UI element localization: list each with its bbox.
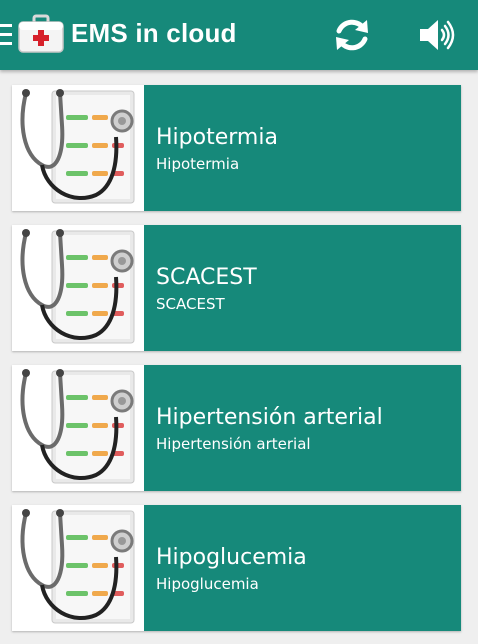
first-aid-kit-icon[interactable] bbox=[17, 14, 65, 54]
stethoscope-checklist-icon bbox=[12, 85, 144, 211]
stethoscope-checklist-icon bbox=[12, 505, 144, 631]
refresh-icon[interactable] bbox=[331, 14, 373, 56]
list-item[interactable]: Hipoglucemia Hipoglucemia bbox=[12, 505, 461, 631]
card-body[interactable]: Hipoglucemia Hipoglucemia bbox=[144, 505, 461, 631]
card-title: Hipotermia bbox=[156, 125, 278, 150]
card-body[interactable]: SCACEST SCACEST bbox=[144, 225, 461, 351]
list-item[interactable]: SCACEST SCACEST bbox=[12, 225, 461, 351]
stethoscope-checklist-icon bbox=[12, 365, 144, 491]
stethoscope-checklist-icon bbox=[12, 225, 144, 351]
card-title: SCACEST bbox=[156, 265, 257, 290]
card-subtitle: Hipotermia bbox=[156, 155, 240, 173]
card-body[interactable]: Hipertensión arterial Hipertensión arter… bbox=[144, 365, 461, 491]
hamburger-menu-icon[interactable] bbox=[0, 24, 14, 46]
card-body[interactable]: Hipotermia Hipotermia bbox=[144, 85, 461, 211]
card-subtitle: Hipertensión arterial bbox=[156, 435, 311, 453]
app-bar: EMS in cloud bbox=[0, 0, 478, 70]
card-subtitle: SCACEST bbox=[156, 295, 225, 313]
card-subtitle: Hipoglucemia bbox=[156, 575, 259, 593]
list-item[interactable]: Hipertensión arterial Hipertensión arter… bbox=[12, 365, 461, 491]
card-title: Hipoglucemia bbox=[156, 545, 307, 570]
card-title: Hipertensión arterial bbox=[156, 405, 383, 430]
list-item[interactable]: Hipotermia Hipotermia bbox=[12, 85, 461, 211]
speaker-volume-icon[interactable] bbox=[416, 14, 458, 56]
app-title: EMS in cloud bbox=[71, 18, 237, 48]
